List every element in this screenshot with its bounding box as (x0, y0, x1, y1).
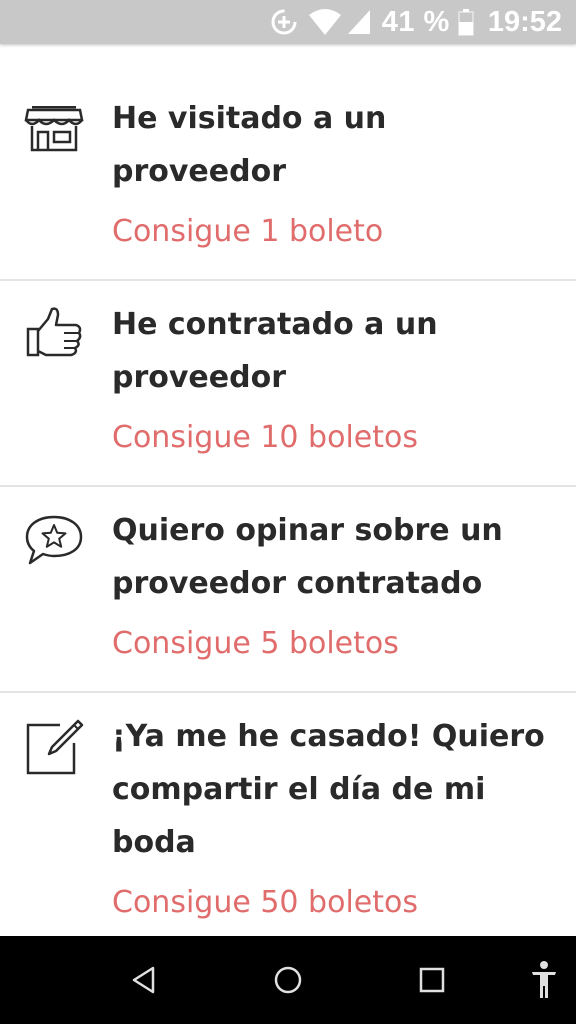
clock: 19:52 (487, 5, 562, 38)
list-item-visited-vendor[interactable]: He visitado a un proveedor Consigue 1 bo… (0, 44, 576, 281)
signal-icon (346, 8, 372, 36)
item-title: He visitado a un proveedor (112, 101, 387, 189)
item-title: ¡Ya me he casado! Quiero compartir el dí… (112, 719, 545, 860)
store-icon (24, 102, 86, 158)
home-icon[interactable] (262, 954, 314, 1006)
back-icon[interactable] (118, 954, 170, 1006)
list-item-hired-vendor[interactable]: He contratado a un proveedor Consigue 10… (0, 281, 576, 487)
item-reward: Consigue 5 boletos (112, 626, 399, 661)
list-item-review-vendor[interactable]: Quiero opinar sobre un proveedor contrat… (0, 487, 576, 693)
item-title: Quiero opinar sobre un proveedor contrat… (112, 513, 503, 601)
item-reward: Consigue 1 boleto (112, 214, 384, 249)
status-bar: 41 % 19:52 (0, 0, 576, 44)
navigation-bar (0, 936, 576, 1024)
accessibility-icon[interactable] (518, 954, 570, 1006)
data-saver-icon (270, 8, 298, 36)
thumbs-up-icon (24, 305, 86, 361)
edit-pencil-icon (24, 719, 86, 775)
star-speech-bubble-icon (24, 513, 86, 569)
list-item-share-wedding[interactable]: ¡Ya me he casado! Quiero compartir el dí… (0, 693, 576, 936)
wifi-icon (308, 8, 342, 36)
battery-icon (458, 8, 474, 36)
battery-percent: 41 % (381, 5, 450, 38)
item-reward: Consigue 50 boletos (112, 885, 418, 920)
item-reward: Consigue 10 boletos (112, 420, 418, 455)
recents-icon[interactable] (406, 954, 458, 1006)
item-title: He contratado a un proveedor (112, 307, 438, 395)
tickets-list: He visitado a un proveedor Consigue 1 bo… (0, 44, 576, 936)
